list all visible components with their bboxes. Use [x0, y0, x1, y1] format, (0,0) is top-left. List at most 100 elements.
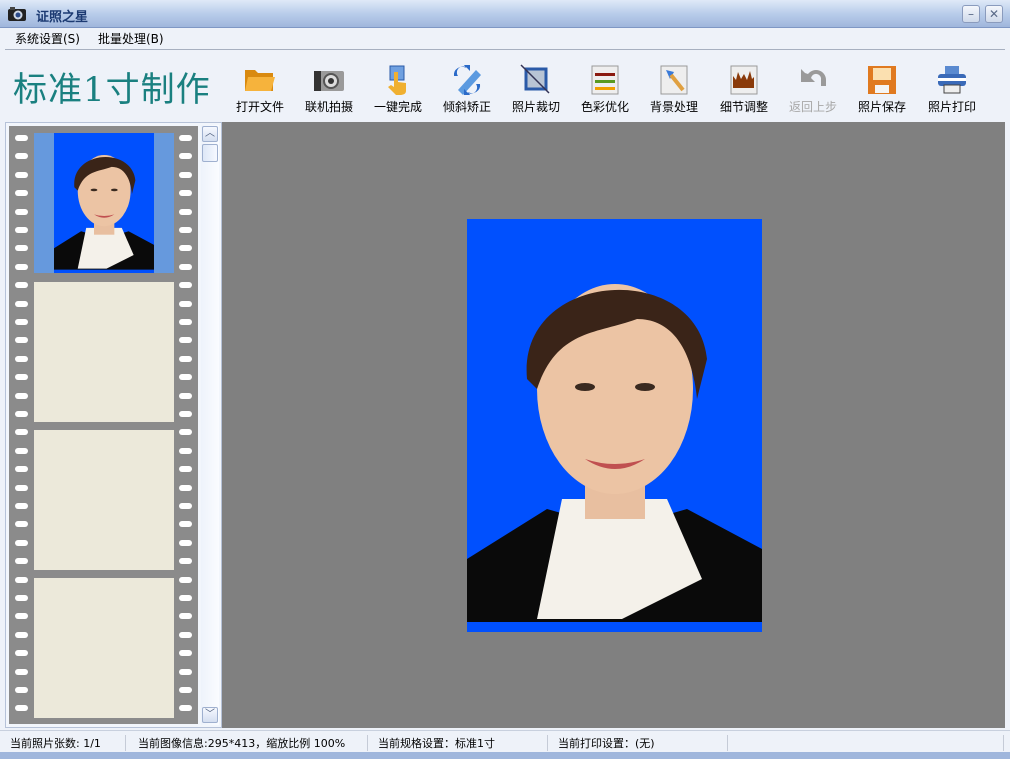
sprocket-hole — [15, 503, 28, 509]
sprocket-hole — [179, 447, 192, 454]
sprocket-hole — [179, 613, 192, 620]
photo-canvas — [222, 122, 1005, 728]
sprocket-hole — [179, 171, 192, 178]
sprocket-hole — [179, 190, 192, 197]
printer-icon — [938, 66, 966, 94]
sprocket-hole — [15, 282, 28, 289]
sprocket-hole — [179, 208, 192, 215]
sprocket-hole — [15, 447, 28, 454]
sprocket-hole — [179, 337, 192, 344]
sprocket-hole — [15, 705, 28, 712]
sprocket-hole — [179, 595, 192, 601]
sprocket-hole — [15, 300, 28, 307]
histogram-icon — [730, 65, 758, 95]
sprocket-hole — [179, 705, 192, 712]
sprocket-hole — [15, 650, 28, 657]
thumbnail-empty[interactable] — [34, 282, 174, 422]
window-frame-bottom — [0, 752, 1010, 759]
sprocket-hole — [15, 631, 28, 638]
sprocket-hole — [15, 411, 28, 417]
sprocket-hole — [179, 300, 192, 307]
menu-system-settings[interactable]: 系统设置(S) — [15, 30, 80, 47]
sprocket-hole — [15, 392, 28, 399]
camera-capture-button[interactable]: 联机拍摄 — [296, 62, 362, 118]
sprocket-hole — [15, 374, 28, 381]
close-button[interactable]: ✕ — [985, 5, 1003, 23]
sprocket-hole — [15, 687, 28, 693]
sprocket-hole — [15, 245, 28, 252]
sprocket-hole — [15, 484, 28, 491]
sprocket-hole — [15, 208, 28, 215]
sprocket-hole — [15, 355, 28, 362]
sprocket-hole — [179, 355, 192, 362]
color-sliders-icon — [591, 65, 619, 95]
sprocket-hole — [179, 650, 192, 657]
tilt-correct-button[interactable]: 倾斜矫正 — [434, 62, 500, 118]
sprocket-hole — [179, 521, 192, 528]
open-file-button[interactable]: 打开文件 — [227, 62, 293, 118]
status-empty — [728, 735, 1004, 751]
sprocket-hole — [15, 190, 28, 197]
sprocket-hole — [179, 503, 192, 509]
menu-batch-process[interactable]: 批量处理(B) — [98, 30, 164, 47]
portrait-photo[interactable] — [467, 219, 762, 632]
brush-icon — [660, 65, 688, 95]
undo-icon — [801, 69, 826, 86]
sprocket-hole — [179, 263, 192, 270]
color-optimize-button[interactable]: 色彩优化 — [572, 62, 638, 118]
one-click-complete-button[interactable]: 一键完成 — [365, 62, 431, 118]
thumbnail-photo — [54, 133, 154, 273]
background-process-button[interactable]: 背景处理 — [641, 62, 707, 118]
sprocket-hole — [15, 337, 28, 344]
camera-icon — [314, 71, 344, 91]
sprocket-hole — [15, 135, 28, 141]
minimize-button[interactable]: – — [962, 5, 980, 23]
thumbnail-empty[interactable] — [34, 430, 174, 570]
sprocket-hole — [15, 429, 28, 436]
floppy-save-icon — [868, 66, 896, 94]
sprocket-hole — [179, 631, 192, 638]
sprocket-hole — [15, 227, 28, 233]
status-spec-setting: 当前规格设置：标准1寸 — [368, 735, 548, 751]
sprocket-hole — [15, 171, 28, 178]
thumbnail-empty[interactable] — [34, 578, 174, 718]
sprocket-hole — [15, 521, 28, 528]
sprocket-hole — [179, 153, 192, 160]
sprocket-hole — [179, 392, 192, 399]
sprocket-hole — [179, 282, 192, 289]
sprocket-hole — [15, 576, 28, 583]
detail-adjust-button[interactable]: 细节调整 — [711, 62, 777, 118]
status-print-setting: 当前打印设置：(无) — [548, 735, 728, 751]
scroll-thumb[interactable] — [202, 144, 218, 162]
sprocket-hole — [15, 595, 28, 601]
mode-title: 标准1寸制作 — [13, 70, 211, 110]
sprocket-hole — [179, 539, 192, 546]
sprocket-hole — [179, 319, 192, 325]
status-photo-count: 当前照片张数: 1/1 — [0, 735, 126, 751]
undo-button[interactable]: 返回上步 — [780, 62, 846, 118]
sprocket-hole — [179, 558, 192, 565]
scroll-up-button[interactable]: ︿ — [202, 126, 218, 142]
photo-print-button[interactable]: 照片打印 — [919, 62, 985, 118]
photo-save-button[interactable]: 照片保存 — [849, 62, 915, 118]
thumbnail-scrollbar[interactable]: ︿ ﹀ — [201, 125, 219, 725]
folder-open-icon — [245, 70, 275, 91]
title-bar: 证照之星 – ✕ — [0, 0, 1010, 28]
sprocket-hole — [15, 613, 28, 620]
sprocket-hole — [179, 411, 192, 417]
menu-bar: 系统设置(S) 批量处理(B) — [0, 28, 1010, 48]
scroll-down-button[interactable]: ﹀ — [202, 707, 218, 723]
sprocket-hole — [179, 374, 192, 381]
sprocket-hole — [179, 245, 192, 252]
status-bar: 当前照片张数: 1/1 当前图像信息:295*413，缩放比例 100% 当前规… — [0, 730, 1010, 752]
sprocket-hole — [179, 668, 192, 675]
sprocket-hole — [179, 576, 192, 583]
sprocket-hole — [179, 484, 192, 491]
sprocket-hole — [179, 227, 192, 233]
sprocket-hole — [15, 539, 28, 546]
photo-crop-button[interactable]: 照片裁切 — [503, 62, 569, 118]
app-title: 证照之星 — [36, 10, 89, 25]
thumbnail-selected[interactable] — [34, 133, 174, 273]
sprocket-hole — [15, 558, 28, 565]
sprocket-hole — [179, 429, 192, 436]
